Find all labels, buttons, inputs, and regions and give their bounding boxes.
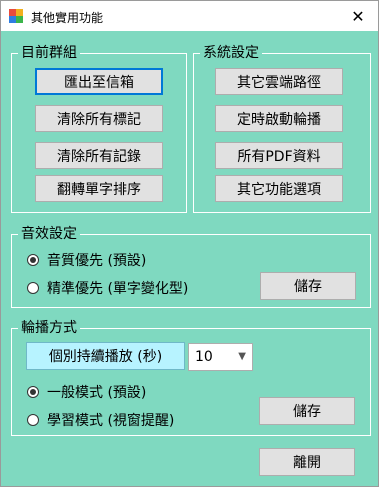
reverse-word-order-button[interactable]: 翻轉單字排序 <box>35 175 163 202</box>
duration-label: 個別持續播放 (秒) <box>26 342 185 370</box>
all-pdf-data-button[interactable]: 所有PDF資料 <box>215 142 343 169</box>
playback-save-button[interactable]: 儲存 <box>259 397 355 425</box>
radio-unchecked-icon[interactable] <box>27 282 39 294</box>
duration-value: 10 <box>195 349 213 365</box>
sound-option-quality-label: 音質優先 (預設) <box>47 253 147 269</box>
group-label-sound: 音效設定 <box>18 225 80 243</box>
playback-option-normal[interactable]: 一般模式 (預設) <box>27 382 146 402</box>
clear-all-marks-button[interactable]: 清除所有標記 <box>35 105 163 132</box>
window-title: 其他實用功能 <box>31 11 104 25</box>
sound-option-precision-label: 精準優先 (單字變化型) <box>47 281 189 297</box>
scheduled-slideshow-button[interactable]: 定時啟動輪播 <box>215 105 343 132</box>
playback-option-normal-label: 一般模式 (預設) <box>47 385 147 401</box>
app-icon <box>9 9 23 23</box>
radio-unchecked-icon[interactable] <box>27 414 39 426</box>
group-label-current: 目前群組 <box>18 44 80 62</box>
title-bar: 其他實用功能 ✕ <box>1 1 378 31</box>
radio-checked-icon[interactable] <box>27 386 39 398</box>
close-icon[interactable]: ✕ <box>338 1 378 31</box>
other-function-options-button[interactable]: 其它功能選項 <box>215 175 343 202</box>
app-window: 其他實用功能 ✕ 目前群組 匯出至信箱 清除所有標記 清除所有記錄 翻轉單字排序… <box>0 0 379 487</box>
playback-option-learning-label: 學習模式 (視窗提醒) <box>47 413 175 429</box>
sound-save-button[interactable]: 儲存 <box>260 272 356 300</box>
group-label-system: 系統設定 <box>200 44 262 62</box>
exit-button[interactable]: 離開 <box>259 448 355 476</box>
other-cloud-path-button[interactable]: 其它雲端路徑 <box>215 68 343 95</box>
sound-option-precision[interactable]: 精準優先 (單字變化型) <box>27 278 188 298</box>
playback-option-learning[interactable]: 學習模式 (視窗提醒) <box>27 410 174 430</box>
group-label-playback: 輪播方式 <box>18 319 80 337</box>
chevron-down-icon[interactable]: ▼ <box>238 351 246 362</box>
duration-select[interactable]: 10 ▼ <box>188 343 253 371</box>
sound-option-quality[interactable]: 音質優先 (預設) <box>27 250 146 270</box>
radio-checked-icon[interactable] <box>27 254 39 266</box>
export-to-mailbox-button[interactable]: 匯出至信箱 <box>35 68 163 95</box>
clear-all-records-button[interactable]: 清除所有記錄 <box>35 142 163 169</box>
